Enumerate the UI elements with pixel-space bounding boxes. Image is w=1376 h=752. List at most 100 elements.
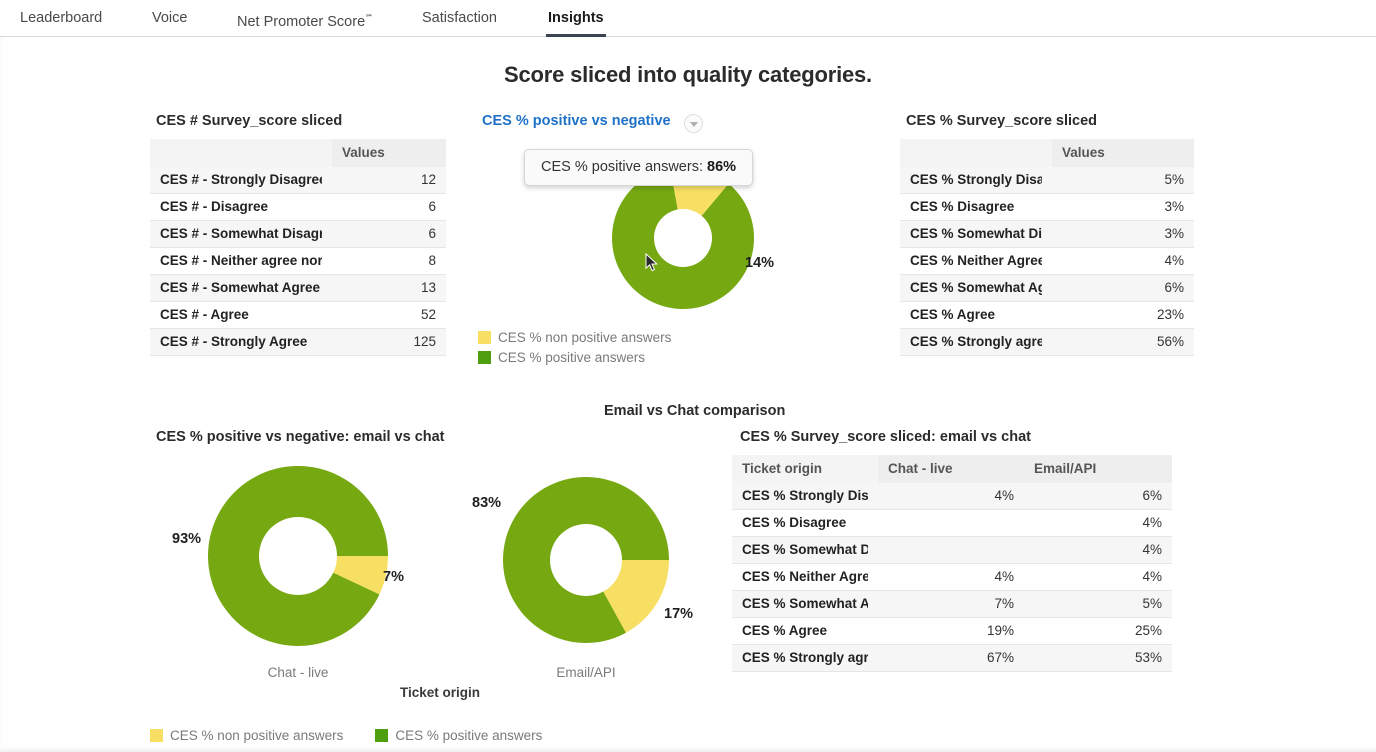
chevron-down-icon[interactable]	[684, 114, 703, 133]
row-label-cell: CES # - Strongly Agree	[150, 329, 332, 356]
donut-hole	[550, 524, 622, 596]
row-value-cell: 12	[332, 167, 446, 194]
row-label-cell: CES % Somewhat Agree	[732, 591, 878, 618]
row-label-cell: CES % Strongly agree	[732, 645, 878, 672]
table-row: CES % Somewhat Agree6%	[900, 275, 1194, 302]
tab-insights[interactable]: Insights	[546, 0, 606, 36]
comparison-donuts-title: CES % positive vs negative: email vs cha…	[156, 429, 445, 445]
row-value-email: 53%	[1024, 645, 1172, 672]
row-label-cell: CES % Disagree	[900, 194, 1052, 221]
legend-swatch-non-positive-icon	[478, 331, 491, 344]
legend-item-non-positive[interactable]: CES % non positive answers	[150, 728, 343, 743]
row-label-cell: CES % Neither Agree nor Disagree	[732, 564, 878, 591]
email-api-positive-label: 83%	[472, 495, 501, 511]
row-label-cell: CES % Disagree	[732, 510, 878, 537]
table-row: CES # - Somewhat Agree 13	[150, 275, 446, 302]
main-donut-chart[interactable]	[612, 167, 754, 309]
row-value-cell: 4%	[1052, 248, 1194, 275]
legend-label: CES % positive answers	[395, 728, 542, 743]
table-row: CES % Somewhat Disagree3%	[900, 221, 1194, 248]
row-label-cell: CES % Strongly Disagree	[900, 167, 1052, 194]
table-row: CES % Agree 23%	[900, 302, 1194, 329]
table-header-row: Values	[900, 139, 1194, 167]
row-value-chat: 4%	[878, 483, 1024, 510]
row-label: CES % Disagree	[910, 199, 1042, 214]
row-value-cell: 23%	[1052, 302, 1194, 329]
legend-item-non-positive[interactable]: CES % non positive answers	[478, 330, 671, 345]
legend-item-positive[interactable]: CES % positive answers	[478, 350, 671, 365]
chat-live-donut-chart[interactable]	[208, 466, 388, 646]
row-value-cell: 5%	[1052, 167, 1194, 194]
row-label-cell: CES # - Somewhat Disagree	[150, 221, 332, 248]
legend-swatch-non-positive-icon	[150, 729, 163, 742]
row-label: CES # - Strongly Disagree	[160, 172, 322, 187]
tab-leaderboard[interactable]: Leaderboard	[18, 0, 104, 36]
donut-hole	[259, 517, 337, 595]
table-header-row: Values	[150, 139, 446, 167]
row-value-chat	[878, 537, 1024, 564]
column-header-ticket-origin[interactable]: Ticket origin	[732, 455, 878, 483]
page-title: Score sliced into quality categories.	[0, 62, 1376, 88]
main-donut-title[interactable]: CES % positive vs negative	[482, 113, 671, 129]
primary-tab-bar: Leaderboard Voice Net Promoter Score℠ Sa…	[0, 0, 1376, 37]
email-chat-table: Ticket origin Chat - live Email/API CES …	[732, 455, 1172, 672]
row-label: CES % Disagree	[742, 515, 868, 530]
column-header-values[interactable]: Values	[332, 139, 446, 167]
row-label-cell: CES # - Agree	[150, 302, 332, 329]
table-row: CES % Neither Agree nor Disagree4%4%	[732, 564, 1172, 591]
table-row: CES # - Disagree6	[150, 194, 446, 221]
chat-live-category-label: Chat - live	[210, 665, 386, 680]
legend-item-positive[interactable]: CES % positive answers	[375, 728, 542, 743]
donut-svg	[503, 477, 669, 643]
row-label-cell: CES % Agree	[900, 302, 1052, 329]
row-label: CES % Agree	[910, 307, 1042, 322]
column-header-email-api[interactable]: Email/API	[1024, 455, 1172, 483]
row-value-email: 4%	[1024, 564, 1172, 591]
row-label: CES % Somewhat Disagree	[910, 226, 1042, 241]
email-chat-table-title: CES % Survey_score sliced: email vs chat	[740, 429, 1031, 445]
row-label: CES % Somewhat Disagree	[742, 542, 868, 557]
row-label: CES % Somewhat Agree	[742, 596, 868, 611]
tab-label: Satisfaction	[422, 10, 497, 26]
row-label: CES # - Somewhat Agree	[160, 280, 322, 295]
row-value-chat	[878, 510, 1024, 537]
table-row: CES % Strongly agree67%53%	[732, 645, 1172, 672]
column-header-label[interactable]	[900, 139, 1052, 167]
tab-label: Net Promoter Score	[237, 14, 365, 30]
row-value-cell: 125	[332, 329, 446, 356]
row-label: CES % Neither Agree nor Disagree	[742, 569, 868, 584]
row-value-cell: 13	[332, 275, 446, 302]
row-value-email: 6%	[1024, 483, 1172, 510]
percent-table-title: CES % Survey_score sliced	[906, 113, 1097, 129]
row-label-cell: CES # - Neither agree nor disagree	[150, 248, 332, 275]
table-row: CES % Disagree 3%	[900, 194, 1194, 221]
tab-satisfaction[interactable]: Satisfaction	[420, 0, 499, 36]
column-header-values[interactable]: Values	[1052, 139, 1194, 167]
column-header-label[interactable]	[150, 139, 332, 167]
row-label-cell: CES % Agree	[732, 618, 878, 645]
table-row: CES % Somewhat Disagree4%	[732, 537, 1172, 564]
row-label: CES % Somewhat Agree	[910, 280, 1042, 295]
chat-live-non-positive-label: 7%	[383, 569, 404, 585]
x-axis-title: Ticket origin	[352, 685, 528, 700]
row-value-cell: 3%	[1052, 194, 1194, 221]
mouse-cursor-icon	[645, 253, 659, 273]
row-value-cell: 8	[332, 248, 446, 275]
table-row: CES % Disagree4%	[732, 510, 1172, 537]
column-header-chat-live[interactable]: Chat - live	[878, 455, 1024, 483]
chat-live-positive-label: 93%	[172, 531, 201, 547]
tab-voice[interactable]: Voice	[150, 0, 189, 36]
tooltip-prefix: CES % positive answers:	[541, 159, 707, 175]
donut-hole	[654, 209, 712, 267]
email-api-donut-chart[interactable]	[503, 477, 669, 643]
tab-label: Voice	[152, 10, 187, 26]
service-mark-icon: ℠	[365, 13, 373, 22]
row-label-cell: CES % Somewhat Agree	[900, 275, 1052, 302]
legend-swatch-positive-icon	[478, 351, 491, 364]
table-row: CES % Strongly agree56%	[900, 329, 1194, 356]
widget-title: CES % positive vs negative	[482, 113, 671, 129]
main-donut-non-positive-label: 14%	[745, 255, 774, 271]
row-label-cell: CES % Somewhat Disagree	[732, 537, 878, 564]
tab-net-promoter-score[interactable]: Net Promoter Score℠	[235, 0, 375, 36]
percent-table: Values CES % Strongly Disagree5%CES % Di…	[900, 139, 1194, 356]
